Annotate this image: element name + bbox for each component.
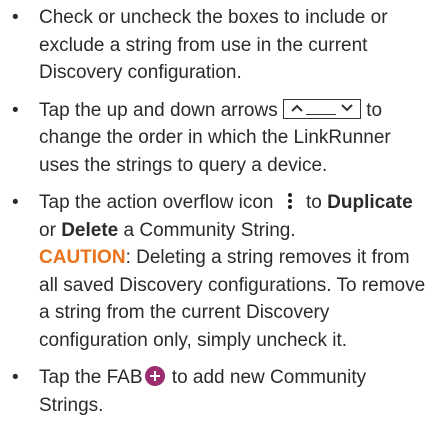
instruction-overflow: • Tap the action overflow icon to Duplic… — [6, 189, 431, 354]
instruction-fab: • Tap the FAB to add new Community Strin… — [6, 364, 431, 419]
instruction-text-before: Tap the action overflow icon — [39, 192, 274, 213]
instruction-check-uncheck: • Check or uncheck the boxes to include … — [6, 4, 431, 87]
bullet: • — [12, 192, 19, 213]
bullet: • — [12, 7, 19, 28]
duplicate-label: Duplicate — [327, 192, 413, 213]
arrows-divider — [306, 113, 336, 115]
up-down-arrows-icon — [283, 98, 361, 119]
instruction-reorder: • Tap the up and down arrows to change t… — [6, 97, 431, 180]
instruction-list: • Check or uncheck the boxes to include … — [6, 4, 431, 419]
instructions-document: • Check or uncheck the boxes to include … — [0, 0, 437, 421]
instruction-text: Check or uncheck the boxes to include or… — [39, 7, 388, 83]
instruction-text-before: Tap the FAB — [39, 367, 143, 388]
delete-label: Delete — [61, 219, 119, 241]
bullet: • — [12, 367, 19, 388]
caution-label: CAUTION — [39, 247, 126, 268]
down-arrow-icon — [341, 103, 353, 111]
instruction-text-end: a Community String. — [123, 219, 296, 241]
instruction-to: to — [306, 192, 322, 213]
fab-add-icon — [144, 366, 165, 386]
up-arrow-icon — [291, 104, 303, 112]
action-overflow-icon — [283, 191, 297, 211]
bullet: • — [12, 99, 19, 121]
instruction-or: or — [39, 219, 56, 241]
instruction-text-before: Tap the up and down arrows — [39, 99, 278, 121]
